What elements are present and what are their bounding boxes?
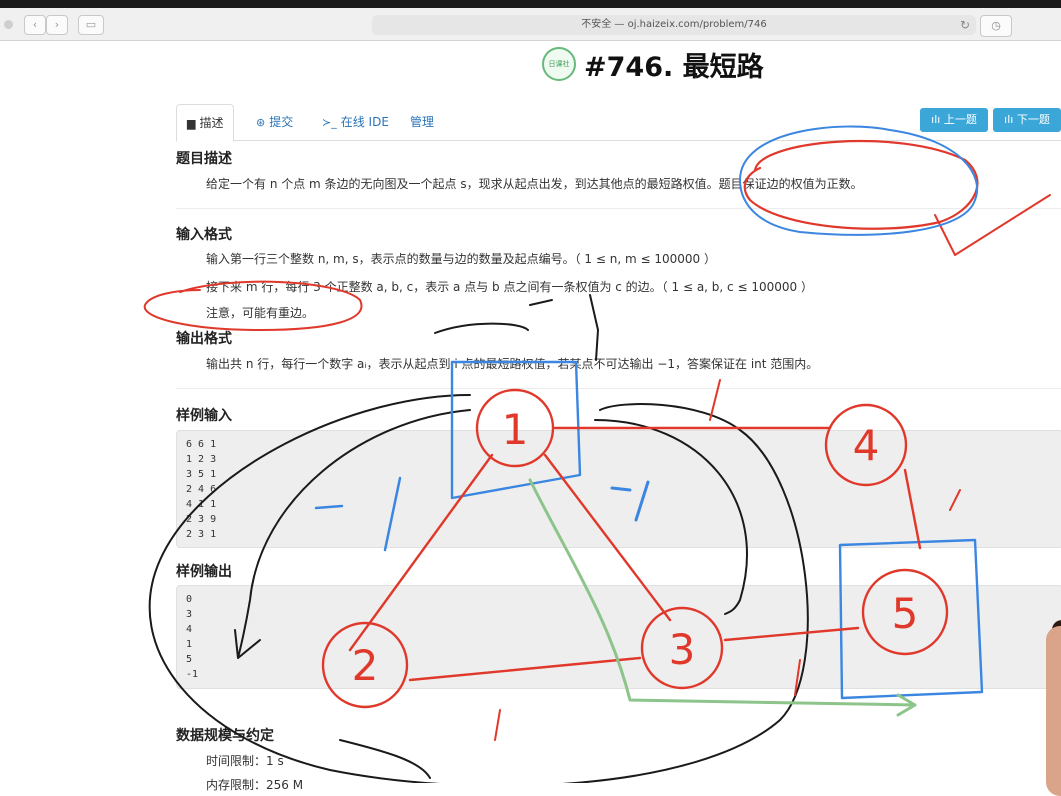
code-line: 3 5 1 [186, 469, 217, 480]
input-line-1: 输入第一行三个整数 n, m, s，表示点的数量与边的数量及起点编号。（ 1 ≤… [206, 252, 716, 266]
sample-output-block[interactable]: 0 3 4 1 5 -1 [176, 585, 1061, 689]
forward-button[interactable]: › [46, 15, 68, 35]
description-heading: 题目描述 [176, 151, 232, 167]
input-format-heading: 输入格式 [176, 227, 232, 243]
address-bar[interactable]: 不安全 — oj.haizeix.com/problem/746 ↻ [372, 15, 976, 35]
tab-submit[interactable]: ⊛ 提交 [256, 104, 293, 139]
input-line-3: 注意，可能有重边。 [206, 306, 315, 320]
bar-chart-icon: ılı [931, 113, 941, 126]
code-line: 2 4 6 [186, 484, 217, 495]
page-title: #746. 最短路 [584, 51, 764, 83]
code-line: 0 [186, 594, 193, 605]
time-limit: 时间限制：1 s [206, 754, 284, 768]
black-tick-2 [589, 294, 599, 361]
url-text: 不安全 — oj.haizeix.com/problem/746 [581, 19, 767, 30]
output-format-heading: 输出格式 [176, 331, 232, 347]
sidebar-icon: ▭ [85, 18, 97, 31]
tab-online-ide[interactable]: ≻_ 在线 IDE [322, 104, 389, 139]
problem-header: 日课社 #746. 最短路 [542, 44, 764, 84]
window-control-dot[interactable] [4, 20, 13, 29]
history-button[interactable]: ◷ [980, 15, 1012, 37]
sample-input-heading: 样例输入 [176, 408, 232, 424]
input-line-2: 接下来 m 行，每行 3 个正整数 a, b, c，表示 a 点与 b 点之间有… [206, 280, 813, 294]
site-logo: 日课社 [542, 47, 576, 81]
code-line: 1 2 3 [186, 454, 217, 465]
upload-icon: ⊛ [256, 116, 266, 129]
code-line: 2 3 1 [186, 529, 217, 540]
divider [176, 388, 1061, 389]
window-top-bar [0, 0, 1061, 8]
sidebar-toggle-button[interactable]: ▭ [78, 15, 104, 35]
memory-limit: 内存限制：256 M [206, 778, 304, 792]
chevron-left-icon: ‹ [32, 18, 38, 31]
tab-description[interactable]: ▆ 描述 [176, 104, 235, 142]
code-line: 1 [186, 639, 193, 650]
tab-manage[interactable]: 管理 [410, 104, 434, 139]
next-problem-button[interactable]: ılı 下一题 [993, 108, 1061, 132]
code-line: 5 [186, 654, 193, 665]
black-curl [339, 739, 431, 779]
bar-chart-icon: ılı [1004, 113, 1014, 126]
browser-toolbar: ‹ › ▭ 不安全 — oj.haizeix.com/problem/746 ↻… [0, 8, 1061, 41]
reload-icon[interactable]: ↻ [960, 15, 970, 35]
sample-output-heading: 样例输出 [176, 564, 232, 580]
prev-problem-button[interactable]: ılı 上一题 [920, 108, 988, 132]
terminal-icon: ≻_ [322, 116, 337, 129]
limits-heading: 数据规模与约定 [176, 728, 274, 744]
output-text: 输出共 n 行，每行一个数字 aᵢ，表示从起点到 i 点的最短路权值，若某点不可… [206, 357, 819, 371]
black-tick-3 [529, 299, 553, 306]
code-line: 4 1 1 [186, 499, 217, 510]
black-tick-1 [434, 322, 529, 334]
chevron-right-icon: › [54, 18, 60, 31]
back-button[interactable]: ‹ [24, 15, 46, 35]
code-line: 4 [186, 624, 193, 635]
code-line: -1 [186, 669, 199, 680]
book-icon: ▆ [187, 117, 196, 130]
code-line: 3 [186, 609, 193, 620]
description-text: 给定一个有 n 个点 m 条边的无向图及一个起点 s，现求从起点出发，到达其他点… [206, 177, 863, 191]
red-tail-stroke [934, 194, 1051, 256]
code-line: 2 3 9 [186, 514, 217, 525]
sample-input-block[interactable]: 6 6 1 1 2 3 3 5 1 2 4 6 4 1 1 2 3 9 2 3 … [176, 430, 1061, 548]
divider [176, 208, 1061, 209]
presenter-webcam [1046, 626, 1061, 796]
code-line: 6 6 1 [186, 439, 217, 450]
clock-icon: ◷ [991, 19, 1001, 32]
